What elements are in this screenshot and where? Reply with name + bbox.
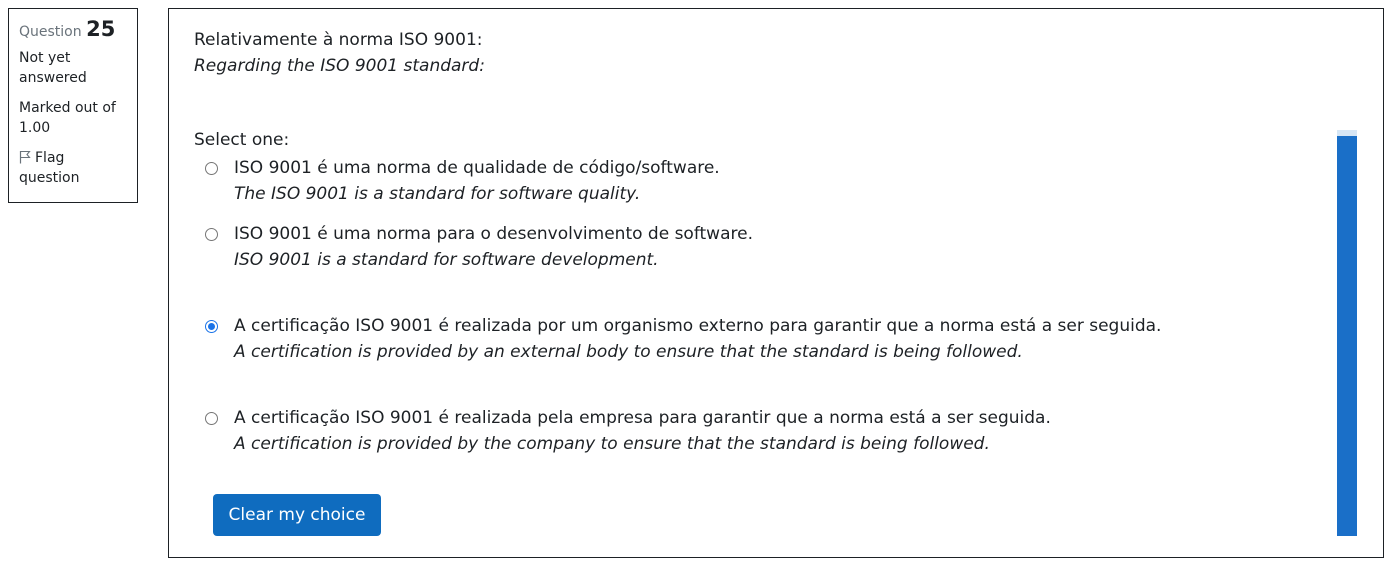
answer-label-1[interactable]: ISO 9001 é uma norma de qualidade de cód… <box>234 155 720 207</box>
answer-text-pt: A certificação ISO 9001 é realizada por … <box>234 316 1162 336</box>
answer-text-pt: ISO 9001 é uma norma de qualidade de cód… <box>234 158 720 178</box>
select-one-prompt: Select one: <box>194 130 290 150</box>
answer-text-en: ISO 9001 is a standard for software deve… <box>234 250 659 270</box>
answer-text-en: The ISO 9001 is a standard for software … <box>234 184 641 204</box>
answer-text-en: A certification is provided by an extern… <box>234 342 1023 362</box>
question-label: Question <box>19 24 82 40</box>
question-text: Relativamente à norma ISO 9001: Regardin… <box>194 27 1359 79</box>
scrollbar-thumb[interactable] <box>1337 136 1357 536</box>
clear-my-choice-button[interactable]: Clear my choice <box>213 494 381 536</box>
question-grade: Marked out of 1.00 <box>19 100 116 136</box>
answer-radio-2[interactable] <box>205 228 218 241</box>
answer-list: ISO 9001 é uma norma de qualidade de cód… <box>194 155 1359 457</box>
question-number-row: Question 25 <box>19 19 127 42</box>
question-number: 25 <box>86 17 116 41</box>
question-content: Relativamente à norma ISO 9001: Regardin… <box>168 8 1384 558</box>
answer-option-1[interactable]: ISO 9001 é uma norma de qualidade de cód… <box>194 155 1359 207</box>
question-text-pt: Relativamente à norma ISO 9001: <box>194 30 483 50</box>
answer-label-4[interactable]: A certificação ISO 9001 é realizada pela… <box>234 405 1051 457</box>
answer-text-en: A certification is provided by the compa… <box>234 434 990 454</box>
answer-label-2[interactable]: ISO 9001 é uma norma para o desenvolvime… <box>234 221 753 273</box>
answer-radio-1[interactable] <box>205 162 218 175</box>
answer-option-2[interactable]: ISO 9001 é uma norma para o desenvolvime… <box>194 221 1359 273</box>
answer-option-4[interactable]: A certificação ISO 9001 é realizada pela… <box>194 405 1359 457</box>
scrollbar-track[interactable] <box>1337 130 1357 536</box>
answer-label-3[interactable]: A certificação ISO 9001 é realizada por … <box>234 313 1161 365</box>
answer-radio-3[interactable] <box>205 320 218 333</box>
answer-option-3[interactable]: A certificação ISO 9001 é realizada por … <box>194 313 1359 365</box>
answer-text-pt: A certificação ISO 9001 é realizada pela… <box>234 408 1051 428</box>
answer-text-pt: ISO 9001 é uma norma para o desenvolvime… <box>234 224 753 244</box>
question-text-en: Regarding the ISO 9001 standard: <box>194 56 485 76</box>
question-info-panel: Question 25 Not yet answered Marked out … <box>8 8 138 203</box>
question-state: Not yet answered <box>19 50 87 86</box>
flag-icon <box>19 150 31 164</box>
answer-radio-4[interactable] <box>205 412 218 425</box>
flag-question-link[interactable]: Flag question <box>19 148 127 188</box>
